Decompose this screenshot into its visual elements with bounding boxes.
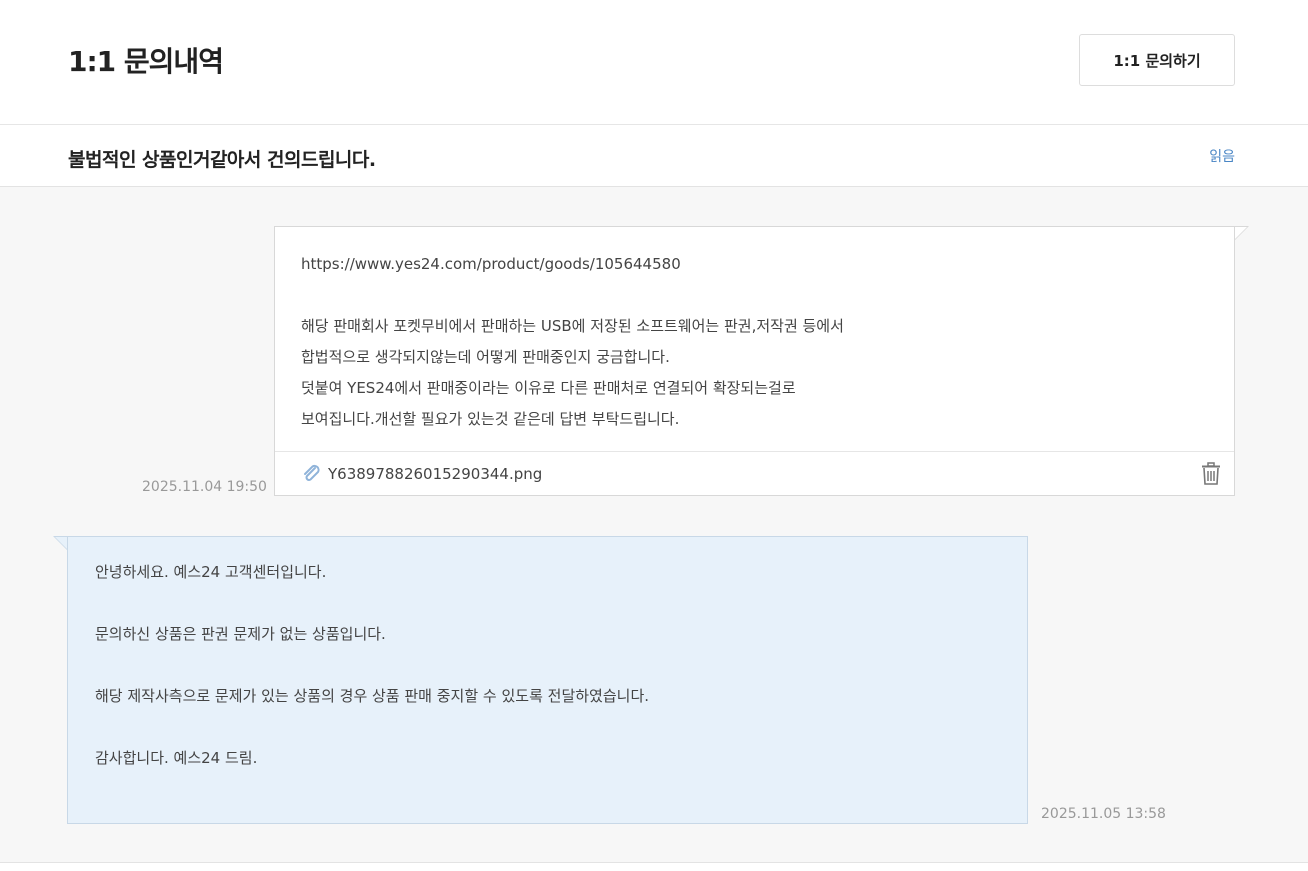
question-line [301, 280, 1208, 311]
inquiry-subject-row: 불법적인 상품인거같아서 건의드립니다. 읽음 [0, 125, 1308, 187]
bubble-tail [53, 536, 67, 550]
new-inquiry-button[interactable]: 1:1 문의하기 [1079, 34, 1235, 86]
answer-body: 안녕하세요. 예스24 고객센터입니다. 문의하신 상품은 판권 문제가 없는 … [68, 537, 1027, 794]
paperclip-icon [304, 464, 320, 481]
conversation-thread: 2025.11.04 19:50 https://www.yes24.com/p… [0, 187, 1308, 863]
answer-line: 문의하신 상품은 판권 문제가 없는 상품입니다. [95, 625, 386, 643]
read-status: 읽음 [1209, 149, 1235, 165]
attachment-row: Y638978826015290344.png [275, 451, 1234, 496]
answer-timestamp: 2025.11.05 13:58 [1041, 806, 1166, 822]
attachment-link[interactable]: Y638978826015290344.png [328, 465, 542, 483]
question-line: 해당 판매회사 포켓무비에서 판매하는 USB에 저장된 소프트웨어는 판권,저… [301, 317, 844, 335]
inquiry-subject: 불법적인 상품인거같아서 건의드립니다. [68, 149, 376, 171]
answer-line [95, 712, 1000, 743]
trash-icon[interactable] [1200, 462, 1222, 486]
question-line: 합법적으로 생각되지않는데 어떻게 판매중인지 궁금합니다. [301, 348, 670, 366]
question-line: 보여집니다.개선할 필요가 있는것 같은데 답변 부탁드립니다. [301, 410, 680, 428]
answer-line: 안녕하세요. 예스24 고객센터입니다. [95, 563, 327, 581]
page-header: 1:1 문의내역 1:1 문의하기 [0, 0, 1308, 125]
page-title: 1:1 문의내역 [68, 45, 224, 78]
question-line: https://www.yes24.com/product/goods/1056… [301, 255, 681, 273]
question-timestamp: 2025.11.04 19:50 [142, 479, 267, 495]
bubble-tail [1235, 226, 1249, 240]
question-line: 덧붙여 YES24에서 판매중이라는 이유로 다른 판매처로 연결되어 확장되는… [301, 379, 796, 397]
answer-bubble: 안녕하세요. 예스24 고객센터입니다. 문의하신 상품은 판권 문제가 없는 … [53, 536, 1028, 824]
question-body: https://www.yes24.com/product/goods/1056… [275, 227, 1234, 451]
question-bubble: https://www.yes24.com/product/goods/1056… [274, 226, 1249, 496]
answer-line: 해당 제작사측으로 문제가 있는 상품의 경우 상품 판매 중지할 수 있도록 … [95, 687, 650, 705]
answer-line [95, 650, 1000, 681]
answer-line [95, 588, 1000, 619]
answer-line: 감사합니다. 예스24 드림. [95, 749, 258, 767]
